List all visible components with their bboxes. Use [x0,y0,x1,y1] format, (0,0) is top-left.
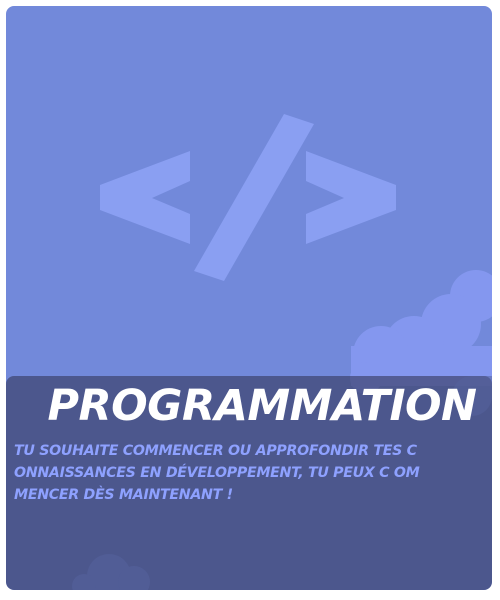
programmation-card[interactable]: PROGRAMMATION TU SOUHAITE COMMENCER OU A… [6,6,492,590]
card-description: TU SOUHAITE COMMENCER OU APPROFONDIR TES… [14,443,420,503]
card-info-panel: PROGRAMMATION TU SOUHAITE COMMENCER OU A… [6,376,492,590]
card-title: PROGRAMMATION [47,381,477,431]
